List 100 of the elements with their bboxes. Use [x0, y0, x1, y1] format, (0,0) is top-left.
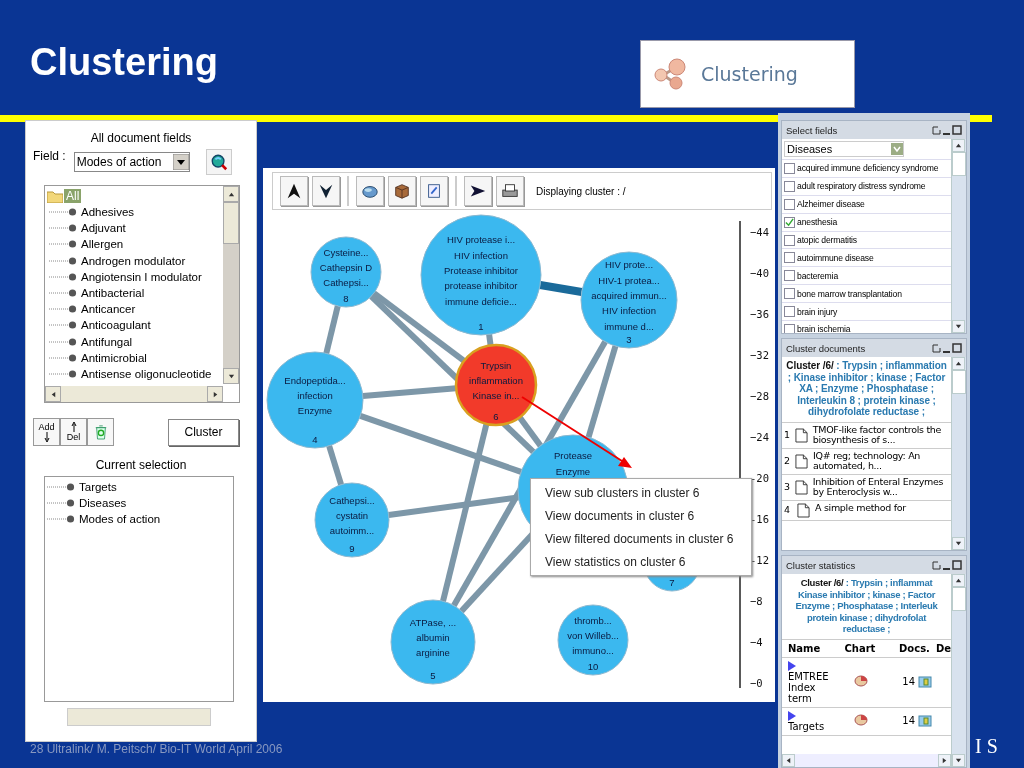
tree-item[interactable]: Allergen: [81, 238, 124, 251]
corner-text: I S: [975, 735, 998, 758]
cluster-node[interactable]: [266, 351, 364, 449]
menu-item[interactable]: View statistics on cluster 6: [545, 551, 751, 574]
scroll-arrow-icon[interactable]: [785, 757, 792, 764]
node-label: HIV infection: [602, 305, 656, 317]
scale-label: -16: [750, 513, 769, 525]
cluster-node[interactable]: [310, 236, 382, 308]
checkbox[interactable]: [784, 323, 795, 333]
toolbar-button[interactable]: [464, 176, 492, 206]
scroll-arrow-icon[interactable]: [211, 390, 219, 398]
scroll-arrow-icon[interactable]: [49, 390, 57, 398]
scroll-arrow-icon[interactable]: [227, 190, 235, 198]
checkbox[interactable]: [784, 270, 795, 282]
field-select[interactable]: Modes of action: [73, 152, 190, 172]
scrollbar[interactable]: [951, 357, 966, 550]
document-number: 2: [784, 455, 791, 467]
tree-node-icon: [49, 255, 77, 266]
toolbar-button[interactable]: [280, 176, 308, 206]
scale-label: -20: [750, 472, 769, 484]
scrollbar[interactable]: [951, 574, 966, 767]
checkbox[interactable]: [784, 162, 795, 174]
checkbox[interactable]: [784, 252, 795, 264]
scale-label: −32: [750, 349, 769, 361]
scrollbar[interactable]: [782, 754, 951, 767]
checkbox[interactable]: [784, 234, 795, 246]
cluster-node[interactable]: [557, 604, 629, 676]
cluster-node[interactable]: [314, 482, 390, 558]
cluster-node[interactable]: [420, 214, 542, 336]
expand-icon[interactable]: [788, 710, 796, 721]
checkbox[interactable]: [784, 198, 795, 210]
menu-item[interactable]: View sub clusters in cluster 6: [545, 482, 751, 505]
toolbar-button[interactable]: [388, 176, 416, 206]
option-label: acquired immune deficiency syndrome: [797, 163, 939, 174]
node-label: Cathepsi...: [323, 277, 369, 289]
cluster-button[interactable]: Cluster: [168, 418, 239, 446]
node-label: HIV infection: [454, 249, 508, 261]
scrollbar-thumb[interactable]: [952, 370, 966, 394]
tree-item[interactable]: Anticancer: [81, 303, 136, 316]
option-label: adult respiratory distress syndrome: [797, 181, 926, 192]
window-controls-icon[interactable]: [932, 343, 962, 353]
document-number: 3: [784, 481, 790, 493]
toolbar-button[interactable]: [496, 176, 524, 206]
expand-icon[interactable]: [788, 660, 796, 671]
add-button[interactable]: Add: [33, 418, 60, 446]
node-label: thromb...: [574, 614, 612, 626]
tree-item[interactable]: Antifungal: [81, 335, 133, 348]
tree-item[interactable]: Angiotensin I modulator: [81, 270, 202, 283]
window-controls-icon[interactable]: [932, 560, 962, 570]
pie-chart-icon[interactable]: [854, 714, 868, 726]
scroll-arrow-icon[interactable]: [955, 540, 962, 547]
tree-item[interactable]: Androgen modulator: [81, 254, 186, 267]
node-label: Endopeptida...: [284, 374, 346, 386]
scroll-arrow-icon[interactable]: [955, 323, 962, 330]
search-button[interactable]: [205, 149, 232, 175]
tree-node-icon: [49, 239, 77, 250]
cluster-node[interactable]: [580, 251, 678, 349]
node-label: autoimm...: [329, 525, 375, 537]
checkbox[interactable]: [784, 288, 795, 300]
scroll-arrow-icon[interactable]: [955, 577, 962, 584]
tree-item[interactable]: Diseases: [79, 497, 127, 510]
document-link[interactable]: IQ# reg; technology: An automated, h...: [813, 450, 949, 472]
scrollbar-thumb[interactable]: [952, 152, 966, 176]
scroll-arrow-icon[interactable]: [955, 360, 962, 367]
document-number: 4: [784, 504, 791, 516]
tree-item[interactable]: Targets: [79, 481, 117, 494]
checkbox[interactable]: [784, 306, 795, 318]
scrollbar[interactable]: [223, 186, 239, 384]
window-controls-icon[interactable]: [932, 125, 962, 135]
tree-item[interactable]: Modes of action: [79, 513, 161, 526]
checkbox[interactable]: [784, 216, 795, 228]
scrollbar[interactable]: [45, 386, 223, 402]
scroll-arrow-icon[interactable]: [227, 372, 235, 380]
document-link[interactable]: TMOF-like factor controls the biosynthesis of s...: [812, 424, 949, 446]
up-arrow-icon: [285, 182, 303, 200]
node-label: HIV protease i...: [446, 234, 516, 246]
document-link[interactable]: A simple method for: [815, 502, 906, 513]
cluster-node[interactable]: [454, 343, 538, 427]
scroll-arrow-icon[interactable]: [955, 142, 962, 149]
tree-item[interactable]: Antibacterial: [81, 287, 145, 300]
menu-item[interactable]: View filtered documents in cluster 6: [545, 528, 751, 551]
scrollbar-thumb[interactable]: [952, 587, 966, 611]
tree-item[interactable]: Anticoagulant: [81, 319, 151, 332]
scrollbar[interactable]: [951, 139, 966, 333]
recycle-button[interactable]: [87, 418, 114, 446]
tree-item[interactable]: Adjuvant: [81, 222, 126, 235]
delete-button[interactable]: Del: [60, 418, 87, 446]
cluster-node[interactable]: [390, 599, 476, 685]
fields-dropdown[interactable]: Diseases: [784, 141, 904, 157]
scrollbar-thumb[interactable]: [223, 202, 239, 244]
tree-item[interactable]: Antisense oligonucleotide: [81, 367, 212, 380]
tree-item[interactable]: Antimicrobial: [81, 351, 147, 364]
pie-chart-icon[interactable]: [854, 675, 868, 687]
option-label: anesthesia: [797, 217, 838, 228]
document-link[interactable]: Inhibition of Enteral Enzymes by Enteroclysis w...: [812, 476, 949, 498]
checkbox[interactable]: [784, 180, 795, 192]
toolbar-button[interactable]: [312, 176, 340, 206]
menu-item[interactable]: View documents in cluster 6: [545, 505, 751, 528]
down-arrow-icon: [43, 432, 50, 442]
tree-item[interactable]: Adhesives: [81, 206, 135, 219]
